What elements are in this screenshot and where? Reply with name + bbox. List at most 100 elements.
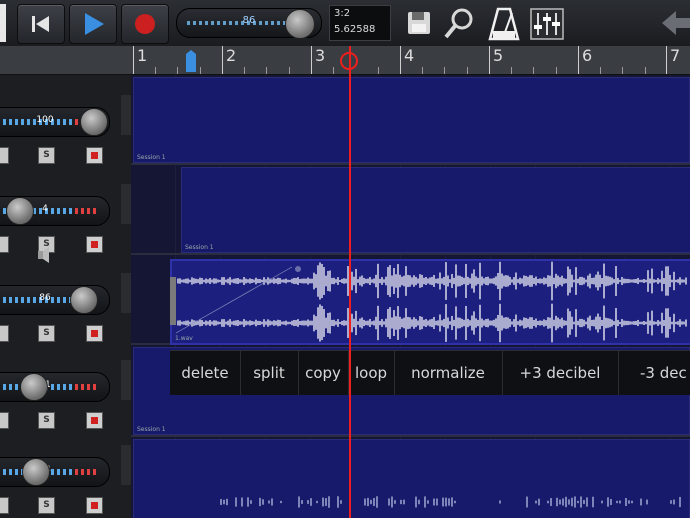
audio-region[interactable] [133,439,690,518]
ruler-beat-tick [155,67,156,74]
track-2-volume-knob[interactable] [6,197,34,225]
waveform-sample [316,500,318,504]
metronome-button[interactable] [486,5,522,41]
waveform-sample [547,500,549,504]
ruler-beat-tick [533,67,534,74]
ruler-beat-tick [266,67,267,74]
waveform-sample [235,497,237,507]
ruler-bar-7: 7 [670,46,681,65]
track-lane-2[interactable]: Session 1 [131,165,690,255]
waveform-sample [394,500,396,504]
timeline-lanes: Session 1 Session 1 1.wav Session 1 [131,75,690,518]
master-volume-knob[interactable] [285,9,315,39]
play-button[interactable] [69,4,117,44]
loop-button[interactable]: loop [348,351,395,395]
waveform-sample [673,499,675,505]
waveform [175,261,687,343]
track-2-record-arm-button[interactable] [86,236,103,253]
loop-start-marker[interactable] [186,50,196,72]
track-5-volume-slider[interactable]: 34 [0,457,110,487]
waveform-sample [646,499,648,505]
delete-button[interactable]: delete [170,351,241,395]
waveform [220,496,681,508]
track-lane-1[interactable]: Session 1 [131,75,690,165]
track-lane-5[interactable] [131,437,690,518]
ruler-beat-tick [333,67,334,74]
track-5-record-arm-button[interactable] [86,497,103,514]
waveform-sample [568,499,570,505]
waveform-sample [376,496,378,508]
playhead-line[interactable] [349,46,351,518]
waveform-sample [556,497,558,507]
waveform-sample [631,500,633,504]
waveform-sample [364,498,366,506]
undo-button[interactable] [656,5,690,41]
split-button[interactable]: split [240,351,299,395]
track-4-drag-handle[interactable] [121,360,131,400]
ruler-beat-tick [511,67,512,74]
plus-3-decibel-button[interactable]: +3 decibel [502,351,619,395]
region-trim-handle[interactable] [170,277,176,325]
ruler-beat-tick [622,67,623,74]
undo-icon [662,11,690,35]
ruler-beat-tick [645,67,646,74]
ruler-bar-3: 3 [315,46,326,65]
copy-button[interactable]: copy [298,351,349,395]
rewind-to-start-icon [32,16,49,32]
master-volume-slider[interactable]: 86 [176,8,322,39]
track-1-record-arm-button[interactable] [86,147,103,164]
waveform-sample [220,499,222,505]
track-5-solo-button[interactable]: S [38,497,55,514]
ruler-bar-tick [133,46,134,74]
playhead-handle[interactable] [340,52,358,70]
track-2-drag-handle[interactable] [121,184,131,224]
track-lane-3[interactable]: 1.wav [131,255,690,345]
waveform-sample [610,498,612,506]
ruler-beat-tick [556,67,557,74]
track-4-volume-knob[interactable] [20,373,48,401]
waveform-sample [571,497,573,507]
track-1-edit-button[interactable] [0,147,9,164]
ruler-beat-tick [444,67,445,74]
rewind-to-start-button[interactable] [17,4,65,44]
track-1-solo-button[interactable]: S [38,147,55,164]
track-1-drag-handle[interactable] [121,95,131,135]
waveform-sample [388,498,390,506]
waveform-sample [436,498,438,506]
transport-toolbar: 86 3:2 5.62588 [0,0,690,47]
ruler-beat-tick [378,67,379,74]
track-4-volume-value: 31 [0,380,109,390]
normalize-button[interactable]: normalize [394,351,503,395]
ruler-bar-tick [489,46,490,74]
track-5-drag-handle[interactable] [121,445,131,485]
region-label: Session 1 [137,154,166,161]
ruler-bar-4: 4 [404,46,415,65]
ruler-bar-tick [222,46,223,74]
mixer-button[interactable] [529,5,565,41]
track-5-volume-value: 34 [0,465,109,475]
track-5-volume-knob[interactable] [22,458,50,486]
track-3-drag-handle[interactable] [121,273,131,313]
waveform-sample [259,497,261,507]
audio-region[interactable]: Session 1 [181,167,690,253]
waveform-sample [427,500,429,504]
ruler-bar-5: 5 [493,46,504,65]
minus-3-decibel-button[interactable]: -3 dec [618,351,690,395]
track-2-edit-button[interactable] [0,236,9,253]
audio-region[interactable]: Session 1 [133,77,690,163]
track-1-volume-knob[interactable] [80,108,108,136]
track-3-volume-knob[interactable] [70,286,98,314]
ruler-beat-tick [200,67,201,74]
track-strip-2: 4 S [0,164,131,263]
track-5-edit-button[interactable] [0,497,9,514]
waveform-sample [250,500,252,504]
zoom-button[interactable] [442,5,478,41]
record-button[interactable] [121,4,169,44]
waveform-sample [223,499,225,505]
selected-audio-region[interactable]: 1.wav [170,259,690,345]
waveform-sample [538,498,540,506]
ruler-beat-tick [600,67,601,74]
track-4-volume-slider[interactable]: 31 [0,372,110,402]
waveform-sample [328,496,330,508]
save-button[interactable] [402,5,438,41]
